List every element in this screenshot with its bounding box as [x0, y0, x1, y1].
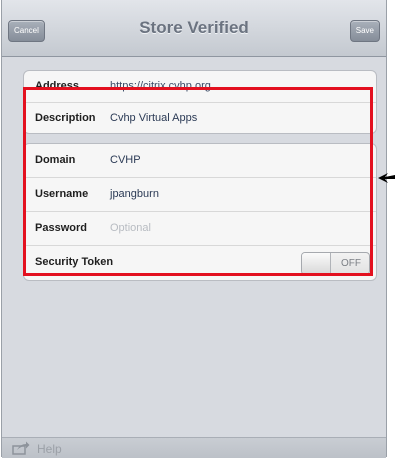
pointer-arrow-icon — [377, 170, 395, 191]
navigation-bar: Cancel Store Verified Save — [2, 0, 386, 57]
page-title: Store Verified — [139, 18, 249, 37]
bottom-toolbar: Help — [2, 437, 386, 458]
help-link[interactable]: Help — [37, 441, 62, 457]
share-icon[interactable] — [12, 441, 30, 460]
save-button[interactable]: Save — [349, 20, 380, 42]
highlight-box — [23, 87, 373, 276]
